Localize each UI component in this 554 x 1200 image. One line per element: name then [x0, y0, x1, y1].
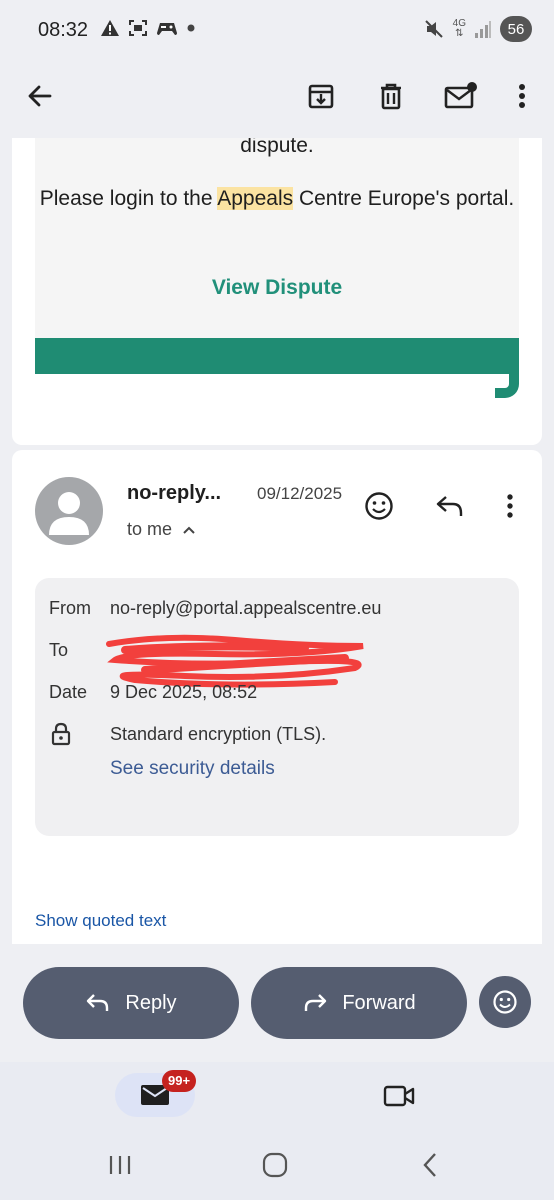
- footer-curl: [492, 374, 519, 398]
- recent-apps-button[interactable]: [102, 1150, 138, 1180]
- avatar[interactable]: [35, 477, 103, 545]
- message-more-icon[interactable]: [490, 486, 530, 526]
- body-paragraph: Please login to the Appeals Centre Europ…: [35, 181, 519, 217]
- forward-icon: [305, 994, 327, 1011]
- reply-icon[interactable]: [430, 486, 470, 526]
- person-icon: [49, 492, 89, 535]
- recents-icon: [109, 1156, 131, 1174]
- footer-gap: [35, 374, 495, 400]
- network-type: 4G ⇅: [452, 18, 466, 39]
- to-me-label: to me: [127, 519, 173, 539]
- view-dispute-link[interactable]: View Dispute: [35, 276, 519, 300]
- home-button[interactable]: [257, 1150, 293, 1180]
- from-value[interactable]: no-reply@portal.appealscentre.eu: [110, 598, 381, 619]
- unread-badge: 99+: [162, 1070, 197, 1092]
- body-text-suffix: Centre Europe's portal.: [293, 187, 515, 210]
- home-icon: [262, 1152, 288, 1178]
- back-arrow-icon[interactable]: [18, 74, 62, 118]
- body-text-prefix: Please login to the: [39, 187, 218, 210]
- mute-icon: [424, 20, 443, 38]
- status-bar: 08:32 4G ⇅ 56: [0, 0, 554, 60]
- chevron-up-icon: [183, 526, 195, 534]
- emoji-react-icon[interactable]: [359, 486, 399, 526]
- reply-icon: [87, 994, 109, 1011]
- signal-icon: [475, 21, 491, 38]
- recipients-toggle[interactable]: to me: [127, 519, 196, 540]
- email-content-panel: [35, 138, 519, 338]
- search-highlight: Appeals: [217, 187, 294, 210]
- message-details: From no-reply@portal.appealscentre.eu To…: [35, 578, 519, 836]
- back-chevron-icon: [423, 1153, 436, 1177]
- nav-meet[interactable]: [378, 1076, 420, 1116]
- reply-button[interactable]: Reply: [23, 967, 239, 1039]
- date-label: Date: [49, 682, 88, 702]
- security-details-link[interactable]: See security details: [110, 758, 275, 780]
- screenshot-icon: [129, 20, 147, 36]
- emoji-reaction-button[interactable]: [479, 976, 531, 1028]
- status-time: 08:32: [38, 19, 89, 41]
- battery-icon: 56: [500, 16, 532, 42]
- app-bar: [0, 60, 554, 132]
- archive-icon[interactable]: [299, 74, 343, 118]
- video-camera-icon: [383, 1085, 415, 1107]
- email-body-card: dispute. Please login to the Appeals Cen…: [12, 138, 542, 445]
- emoji-icon: [493, 990, 517, 1014]
- message-date: 09/12/2025: [257, 484, 343, 503]
- lock-icon: [51, 722, 71, 746]
- redaction-scribble: [106, 634, 364, 688]
- footer-band: [35, 338, 519, 374]
- date-value: 9 Dec 2025, 08:52: [110, 682, 258, 702]
- to-label: To: [49, 640, 69, 660]
- status-icons-left: [100, 19, 196, 37]
- game-icon: [157, 23, 177, 35]
- reply-label: Reply: [125, 991, 177, 1014]
- forward-button[interactable]: Forward: [251, 967, 467, 1039]
- message-card: no-reply... 09/12/2025 to me From no-rep…: [12, 450, 542, 944]
- warning-icon: [101, 20, 119, 36]
- forward-label: Forward: [342, 991, 416, 1014]
- encryption-text: Standard encryption (TLS).: [110, 724, 327, 744]
- dot-icon: [187, 24, 195, 32]
- show-quoted-text-link[interactable]: Show quoted text: [35, 911, 166, 931]
- mark-unread-icon[interactable]: [439, 74, 483, 118]
- more-vert-icon[interactable]: [500, 74, 544, 118]
- body-fragment: dispute.: [240, 138, 314, 157]
- delete-icon[interactable]: [369, 74, 413, 118]
- sender-name[interactable]: no-reply...: [127, 482, 221, 505]
- system-back-button[interactable]: [412, 1150, 448, 1180]
- from-label: From: [49, 598, 91, 618]
- bottom-nav: 99+: [0, 1062, 554, 1200]
- status-icons-right: 4G ⇅ 56: [423, 16, 532, 42]
